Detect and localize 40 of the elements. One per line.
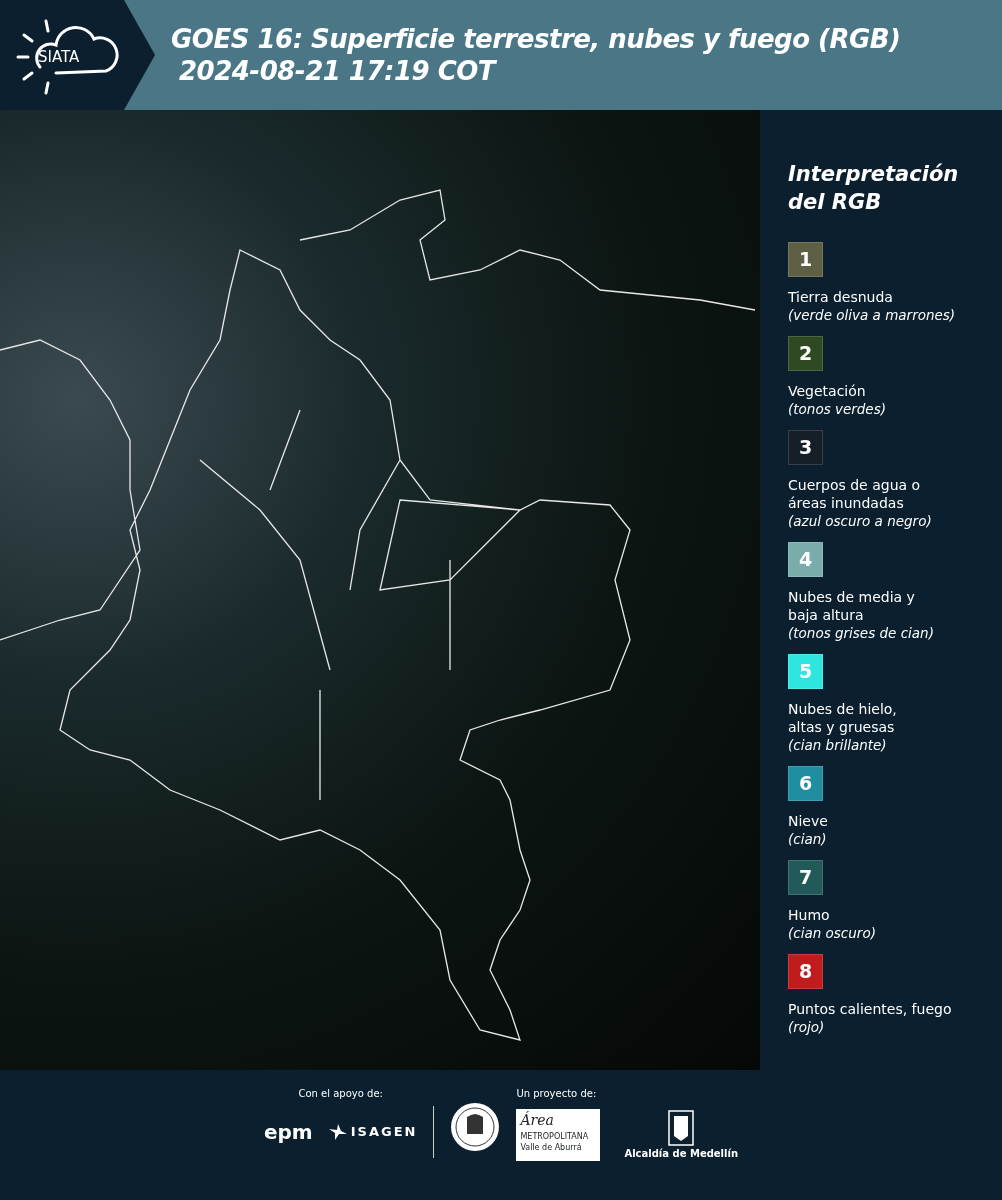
timestamp: 2024-08-21 17:19 COT [179,55,498,87]
isagen-logo: ISAGEN [350,1123,418,1142]
legend-swatch: 6 [788,766,823,801]
legend-swatch: 2 [788,336,823,371]
legend-swatch: 3 [788,430,823,465]
legend-swatch: 5 [788,654,823,689]
legend-label: Tierra desnuda [788,288,894,306]
epm-logo: epm [264,1119,313,1146]
legend-label: Puntos calientes, fuego [788,1000,953,1018]
legend-label: Cuerpos de agua o [788,476,922,494]
legend-note: (cian oscuro) [788,924,877,942]
legend-label: altas y gruesas [788,718,896,736]
isagen-logo-icon [328,1124,347,1140]
coat-of-arms-icon [668,1110,695,1146]
legend-note: (rojo) [788,1018,826,1036]
legend-label: Vegetación [788,382,867,400]
alcaldia-logo: Alcaldía de Medellín [624,1147,738,1161]
legend-label: Nubes de media y [788,588,916,606]
project-label: Un proyecto de: [516,1087,597,1101]
legend-swatch: 7 [788,860,823,895]
legend-label: Nubes de hielo, [788,700,898,718]
legend-note: (tonos grises de cian) [788,624,935,642]
legend-note: (cian brillante) [788,736,888,754]
legend-swatch: 4 [788,542,823,577]
seal-emblem-icon [450,1102,501,1152]
legend-label: áreas inundadas [788,494,905,512]
area-metropolitana-logo: Área METROPOLITANA Valle de Aburrá [516,1109,601,1161]
legend-label: Nieve [788,812,829,830]
legend-label: baja altura [788,606,865,624]
legend-note: (tonos verdes) [788,400,887,418]
legend-title: Interpretación del RGB [788,161,960,216]
logo-text: SIATA [38,46,80,68]
legend-note: (cian) [788,830,828,848]
legend-swatch: 8 [788,954,823,989]
legend-swatch: 1 [788,242,823,277]
legend-note: (azul oscuro a negro) [788,512,933,530]
support-label: Con el apoyo de: [298,1087,383,1101]
chart-title: GOES 16: Superficie terrestre, nubes y fuego (RGB) [171,23,901,55]
legend-label: Humo [788,906,831,924]
legend-note: (verde oliva a marrones) [788,306,957,324]
